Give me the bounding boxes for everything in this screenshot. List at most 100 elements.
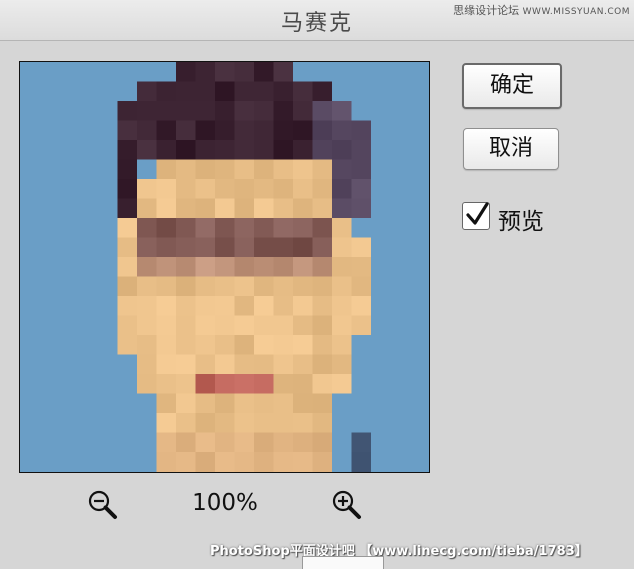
mosaic-cell xyxy=(410,159,429,180)
mosaic-cell xyxy=(371,62,392,83)
mosaic-cell xyxy=(39,218,60,239)
mosaic-cell xyxy=(273,101,294,122)
mosaic-cell xyxy=(78,257,99,278)
mosaic-cell xyxy=(176,452,197,472)
mosaic-cell xyxy=(59,101,80,122)
mosaic-cell xyxy=(98,120,119,141)
mosaic-cell xyxy=(371,452,392,472)
mosaic-cell xyxy=(156,296,177,317)
mosaic-cell xyxy=(273,413,294,434)
mosaic-cell xyxy=(137,159,158,180)
mosaic-cell xyxy=(312,257,333,278)
mosaic-cell xyxy=(273,159,294,180)
mosaic-cell xyxy=(176,198,197,219)
mosaic-cell xyxy=(156,218,177,239)
mosaic-cell xyxy=(371,101,392,122)
mosaic-cell xyxy=(137,140,158,161)
mosaic-cell xyxy=(215,198,236,219)
mosaic-cell xyxy=(351,62,372,83)
mosaic-cell xyxy=(78,296,99,317)
mosaic-cell xyxy=(156,315,177,336)
zoom-out-icon[interactable] xyxy=(86,488,120,522)
mosaic-cell xyxy=(254,218,275,239)
mosaic-cell xyxy=(351,120,372,141)
mosaic-cell xyxy=(176,101,197,122)
mosaic-cell xyxy=(176,413,197,434)
checkmark-icon xyxy=(466,202,489,225)
mosaic-cell xyxy=(410,198,429,219)
mosaic-cell xyxy=(293,335,314,356)
mosaic-cell xyxy=(312,393,333,414)
mosaic-cell xyxy=(312,296,333,317)
mosaic-cell xyxy=(20,237,41,258)
mosaic-cell xyxy=(117,354,138,375)
mosaic-cell xyxy=(176,315,197,336)
mosaic-cell xyxy=(410,237,429,258)
mosaic-cell xyxy=(137,315,158,336)
mosaic-cell xyxy=(234,315,255,336)
mosaic-cell xyxy=(312,432,333,453)
zoom-level: 100% xyxy=(192,490,258,516)
mosaic-cell xyxy=(195,198,216,219)
mosaic-cell xyxy=(117,81,138,102)
mosaic-cell xyxy=(351,218,372,239)
mosaic-cell xyxy=(195,296,216,317)
mosaic-cell xyxy=(39,296,60,317)
mosaic-cell xyxy=(293,296,314,317)
mosaic-cell xyxy=(351,159,372,180)
mosaic-cell xyxy=(234,140,255,161)
mosaic-cell xyxy=(332,432,353,453)
mosaic-cell xyxy=(273,218,294,239)
mosaic-cell xyxy=(254,237,275,258)
mosaic-cell xyxy=(20,393,41,414)
preview-image[interactable] xyxy=(19,61,430,473)
mosaic-cell xyxy=(59,62,80,83)
mosaic-cell xyxy=(234,432,255,453)
mosaic-cell xyxy=(156,62,177,83)
ok-button[interactable]: 确定 xyxy=(462,63,562,109)
mosaic-cell xyxy=(390,335,411,356)
mosaic-cell xyxy=(390,374,411,395)
mosaic-cell xyxy=(117,257,138,278)
mosaic-cell xyxy=(215,159,236,180)
mosaic-cell xyxy=(332,198,353,219)
mosaic-cell xyxy=(176,81,197,102)
mosaic-cell xyxy=(117,335,138,356)
mosaic-cell xyxy=(371,159,392,180)
mosaic-cell xyxy=(332,393,353,414)
mosaic-cell xyxy=(137,62,158,83)
mosaic-cell xyxy=(137,218,158,239)
mosaic-cell xyxy=(156,81,177,102)
mosaic-cell xyxy=(293,452,314,472)
mosaic-cell xyxy=(293,101,314,122)
cancel-button[interactable]: 取消 xyxy=(463,128,559,170)
mosaic-cell xyxy=(176,120,197,141)
mosaic-cell xyxy=(137,432,158,453)
mosaic-cell xyxy=(195,62,216,83)
mosaic-cell xyxy=(20,179,41,200)
mosaic-cell xyxy=(234,276,255,297)
mosaic-cell xyxy=(293,237,314,258)
zoom-in-icon[interactable] xyxy=(330,488,364,522)
mosaic-cell xyxy=(59,140,80,161)
mosaic-cell xyxy=(390,452,411,472)
mosaic-cell xyxy=(39,81,60,102)
mosaic-cell xyxy=(59,315,80,336)
mosaic-cell xyxy=(332,140,353,161)
mosaic-cell xyxy=(351,237,372,258)
mosaic-cell xyxy=(234,218,255,239)
mosaic-cell xyxy=(59,393,80,414)
preview-checkbox[interactable] xyxy=(462,202,490,230)
mosaic-cell xyxy=(117,315,138,336)
mosaic-cell xyxy=(59,198,80,219)
mosaic-cell xyxy=(195,276,216,297)
mosaic-cell xyxy=(176,257,197,278)
mosaic-cell xyxy=(332,179,353,200)
mosaic-cell xyxy=(117,179,138,200)
mosaic-cell xyxy=(332,101,353,122)
mosaic-cell xyxy=(39,62,60,83)
mosaic-cell xyxy=(215,237,236,258)
mosaic-cell xyxy=(293,432,314,453)
mosaic-cell xyxy=(117,62,138,83)
mosaic-cell xyxy=(390,218,411,239)
